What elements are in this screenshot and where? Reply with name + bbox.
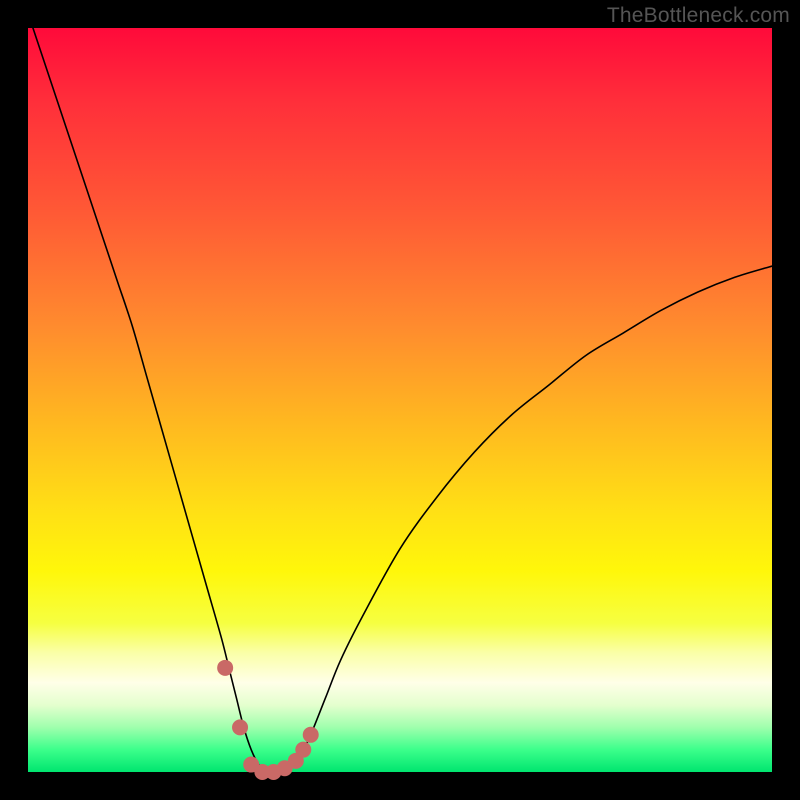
curve-marker xyxy=(295,742,311,758)
curve-markers xyxy=(217,660,319,780)
curve-layer xyxy=(28,28,772,772)
plot-background xyxy=(28,28,772,772)
chart-container: TheBottleneck.com xyxy=(0,0,800,800)
curve-marker xyxy=(232,719,248,735)
bottleneck-curve xyxy=(28,13,772,772)
curve-marker xyxy=(303,727,319,743)
curve-marker xyxy=(217,660,233,676)
watermark-text: TheBottleneck.com xyxy=(607,4,790,28)
